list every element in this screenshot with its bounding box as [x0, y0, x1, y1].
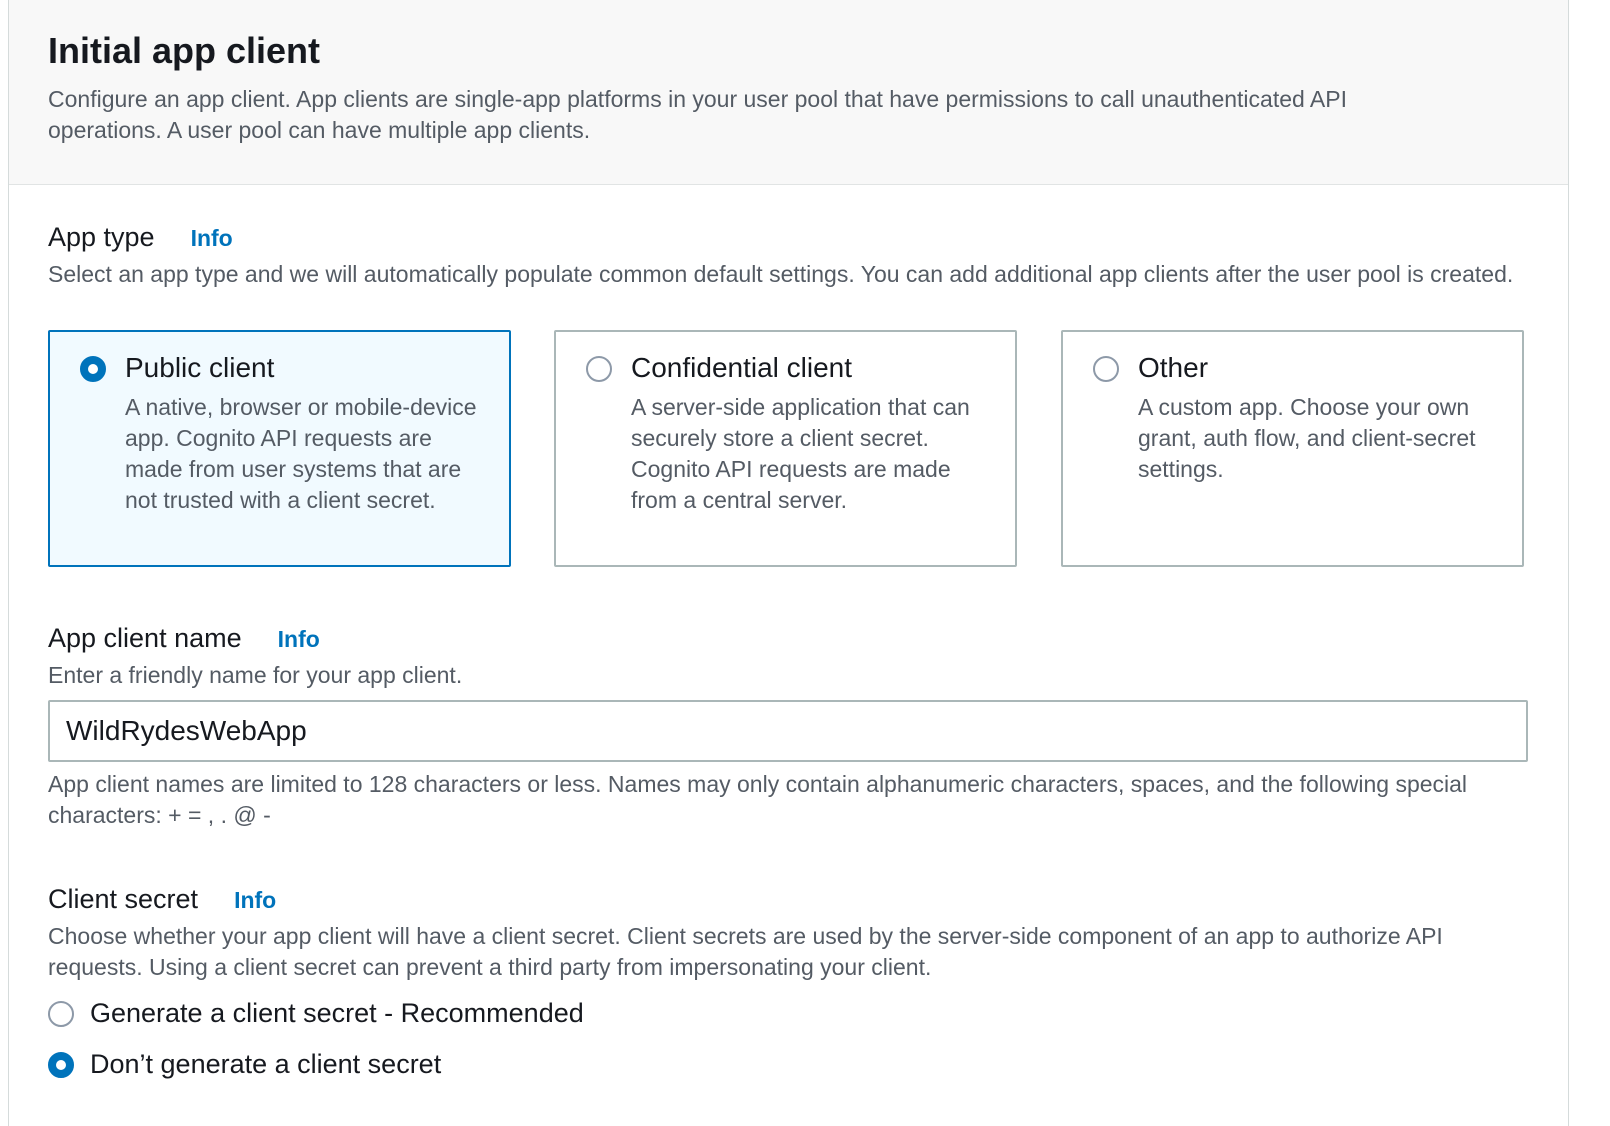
app-client-panel: Initial app client Configure an app clie…	[8, 0, 1569, 1126]
radio-other[interactable]	[1093, 356, 1119, 382]
client-secret-info-link[interactable]: Info	[234, 887, 276, 914]
option-dont-generate-secret[interactable]: Don’t generate a client secret	[48, 1049, 441, 1080]
client-secret-label-row: Client secret Info	[48, 884, 276, 915]
app-client-name-label: App client name	[48, 623, 242, 653]
app-type-label: App type	[48, 222, 155, 252]
tile-public-client[interactable]: Public client A native, browser or mobil…	[48, 330, 511, 567]
client-secret-label: Client secret	[48, 884, 199, 914]
page-title: Initial app client	[48, 30, 321, 71]
tile-title: Public client	[125, 352, 275, 383]
tile-description: A custom app. Choose your own grant, aut…	[1138, 394, 1476, 482]
radio-dont-generate-secret[interactable]	[48, 1051, 74, 1078]
app-client-name-description: Enter a friendly name for your app clien…	[48, 662, 463, 688]
option-generate-secret[interactable]: Generate a client secret - Recommended	[48, 998, 584, 1029]
tile-description: A server-side application that can secur…	[631, 394, 970, 513]
page-description: Configure an app client. App clients are…	[48, 86, 1347, 143]
panel-header: Initial app client Configure an app clie…	[9, 0, 1568, 185]
app-client-name-info-link[interactable]: Info	[278, 626, 320, 653]
client-secret-description: Choose whether your app client will have…	[48, 923, 1443, 980]
app-client-name-input[interactable]	[48, 700, 1528, 762]
radio-generate-secret[interactable]	[48, 1000, 74, 1027]
tile-confidential-client[interactable]: Confidential client A server-side applic…	[554, 330, 1017, 567]
app-client-name-constraint: App client names are limited to 128 char…	[48, 771, 1468, 828]
app-type-description: Select an app type and we will automatic…	[48, 261, 1514, 287]
app-type-info-link[interactable]: Info	[191, 225, 233, 252]
tile-other[interactable]: Other A custom app. Choose your own gran…	[1061, 330, 1524, 567]
tile-description: A native, browser or mobile-device app. …	[125, 394, 477, 513]
app-client-name-label-row: App client name Info	[48, 623, 320, 654]
app-type-label-row: App type Info	[48, 222, 233, 253]
radio-public-client[interactable]	[80, 356, 106, 382]
option-label: Don’t generate a client secret	[90, 1049, 442, 1079]
option-label: Generate a client secret - Recommended	[90, 998, 584, 1028]
tile-title: Confidential client	[631, 352, 853, 383]
radio-confidential-client[interactable]	[586, 356, 612, 382]
tile-title: Other	[1138, 352, 1209, 383]
